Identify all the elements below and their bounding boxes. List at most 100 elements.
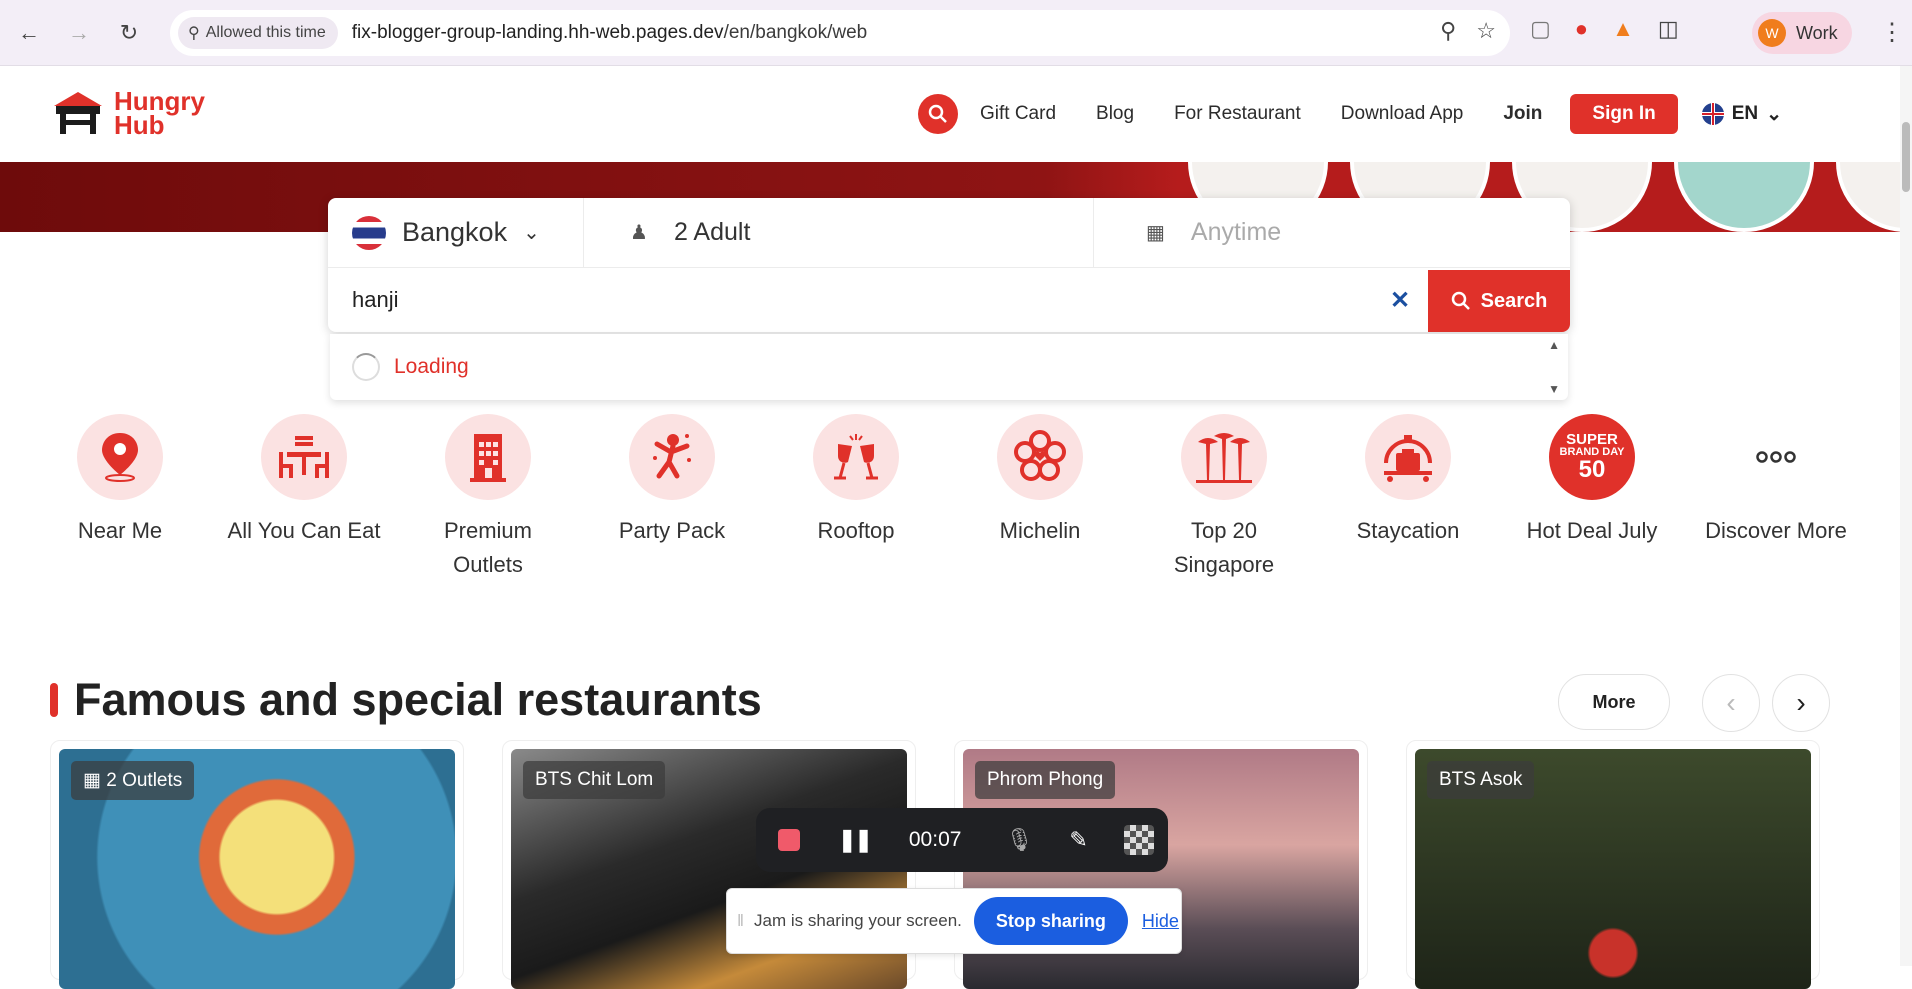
url-text[interactable]: fix-blogger-group-landing.hh-web.pages.d… [352, 22, 867, 44]
search-icon[interactable] [918, 94, 958, 134]
nav-download-app[interactable]: Download App [1341, 103, 1464, 125]
loading-text: Loading [394, 355, 469, 378]
search-input[interactable] [352, 280, 1382, 320]
extension-icon[interactable]: ● [1575, 16, 1588, 42]
guest-label: 2 Adult [673, 218, 751, 246]
logo-text-line2: Hub [114, 110, 165, 140]
stop-sharing-button[interactable]: Stop sharing [973, 897, 1128, 945]
stop-recording-icon[interactable] [778, 829, 800, 851]
sign-in-button[interactable]: Sign In [1570, 94, 1678, 134]
dining-table-icon [279, 436, 329, 478]
nav-for-restaurant[interactable]: For Restaurant [1174, 103, 1301, 125]
section-accent-bar [50, 683, 58, 717]
search-widget: Bangkok ⌄ ♟ 2 Adult ▦ Anytime ✕ Search [328, 197, 1570, 332]
location-pin-icon [102, 433, 138, 482]
category-near-me[interactable]: Near Me [40, 414, 200, 548]
luggage-icon [1384, 435, 1432, 482]
outlet-badge: ▦ 2 Outlets [71, 761, 195, 800]
extension-icon[interactable]: ▢ [1530, 16, 1551, 42]
profile-label: Work [1796, 22, 1838, 43]
profile-button[interactable]: W Work [1752, 12, 1852, 54]
site-permission-chip[interactable]: ⚲ Allowed this time [178, 17, 338, 49]
scroll-up-icon[interactable]: ▲ [1548, 338, 1560, 352]
super-brand-day-icon: SUPER BRAND DAY 50 [1549, 414, 1635, 500]
date-selector[interactable]: ▦ Anytime [1094, 198, 1281, 268]
category-staycation[interactable]: Staycation [1328, 414, 1488, 548]
star-bookmark-icon[interactable]: ☆ [1476, 18, 1496, 44]
screen-share-bar: ‖ Jam is sharing your screen. Stop shari… [726, 888, 1182, 954]
store-icon: ▦ [83, 770, 101, 791]
back-icon[interactable]: ← [14, 18, 44, 48]
clear-icon[interactable]: ✕ [1390, 286, 1410, 315]
chevron-down-icon: ⌄ [523, 222, 540, 244]
address-bar[interactable]: ⚲ Allowed this time fix-blogger-group-la… [170, 10, 1510, 56]
main-nav: Gift Card Blog For Restaurant Download A… [918, 94, 1782, 134]
city-selector[interactable]: Bangkok ⌄ [328, 197, 584, 268]
screen-recorder-toolbar: ❚❚ 00:07 🎙 ✎ [756, 808, 1168, 872]
location-badge: BTS Asok [1427, 761, 1535, 799]
location-icon[interactable]: ⚲ [1440, 18, 1456, 44]
logo-table-icon [54, 92, 102, 134]
drag-handle-icon[interactable]: ‖ [737, 911, 744, 931]
recording-timer: 00:07 [908, 828, 962, 851]
supertree-icon [1196, 433, 1252, 483]
forward-icon[interactable]: → [64, 18, 94, 48]
restaurant-image: BTS Asok [1415, 749, 1811, 989]
puzzle-icon[interactable]: ◫ [1658, 16, 1679, 42]
share-text: Jam is sharing your screen. [754, 911, 962, 930]
site-header: Hungry Hub Gift Card Blog For Restaurant… [0, 66, 1900, 162]
restaurant-image: ▦ 2 Outlets [59, 749, 455, 989]
permission-chip-label: Allowed this time [205, 24, 326, 41]
search-button[interactable]: Search [1428, 270, 1570, 332]
nav-join[interactable]: Join [1503, 103, 1542, 125]
pause-icon[interactable]: ❚❚ [838, 827, 873, 853]
chevron-right-icon[interactable]: › [1772, 674, 1830, 732]
location-icon: ⚲ [188, 25, 200, 42]
category-party-pack[interactable]: Party Pack [592, 414, 752, 548]
calendar-icon: ▦ [1146, 222, 1165, 244]
restaurant-card[interactable]: BTS Asok [1406, 740, 1820, 989]
category-hot-deal-july[interactable]: SUPER BRAND DAY 50 Hot Deal July [1512, 414, 1672, 548]
blur-icon[interactable] [1123, 825, 1154, 855]
hotel-building-icon [470, 434, 506, 482]
restaurant-card[interactable]: ▦ 2 Outlets [50, 740, 464, 989]
logo[interactable]: Hungry Hub [50, 88, 205, 138]
location-badge: Phrom Phong [975, 761, 1116, 799]
category-premium-outlets[interactable]: Premium Outlets [408, 414, 568, 582]
wine-glasses-icon [834, 434, 878, 480]
location-badge: BTS Chit Lom [523, 761, 666, 799]
category-all-you-can-eat[interactable]: All You Can Eat [224, 414, 384, 548]
more-button[interactable]: More [1558, 674, 1670, 730]
language-selector[interactable]: EN ⌄ [1701, 103, 1783, 126]
guest-selector[interactable]: ♟ 2 Adult [584, 197, 1094, 268]
section-heading: Famous and special restaurants [50, 674, 762, 726]
mic-muted-icon[interactable]: 🎙 [1005, 827, 1033, 853]
page-scrollbar[interactable] [1900, 66, 1912, 966]
search-icon [1451, 291, 1470, 310]
reload-icon[interactable]: ↻ [114, 18, 144, 48]
nav-gift-card[interactable]: Gift Card [980, 103, 1056, 125]
category-list: Near Me All You Can Eat Premium Outlets … [40, 414, 1860, 584]
menu-kebab-icon[interactable]: ⋮ [1880, 18, 1904, 47]
person-icon: ♟ [630, 222, 648, 244]
uk-flag-icon [1701, 103, 1724, 125]
avatar: W [1758, 19, 1786, 47]
category-discover-more[interactable]: Discover More [1696, 414, 1856, 548]
scrollbar-thumb[interactable] [1902, 122, 1910, 192]
scroll-down-icon[interactable]: ▼ [1548, 382, 1560, 396]
category-michelin[interactable]: Michelin [960, 414, 1120, 548]
language-label: EN [1731, 103, 1759, 124]
browser-toolbar: ← → ↻ ⚲ Allowed this time fix-blogger-gr… [0, 0, 1912, 66]
city-label: Bangkok [402, 217, 508, 247]
nav-blog[interactable]: Blog [1096, 103, 1134, 125]
michelin-flower-icon [1014, 430, 1066, 481]
hide-link[interactable]: Hide [1142, 911, 1179, 932]
chevron-down-icon: ⌄ [1766, 103, 1783, 125]
pen-icon[interactable]: ✎ [1069, 827, 1087, 853]
more-dots-icon [1756, 451, 1796, 463]
category-top-20-singapore[interactable]: Top 20 Singapore [1144, 414, 1304, 582]
search-button-label: Search [1480, 289, 1548, 312]
category-rooftop[interactable]: Rooftop [776, 414, 936, 548]
extension-icon[interactable]: ▲ [1612, 16, 1634, 42]
chevron-left-icon[interactable]: ‹ [1702, 674, 1760, 732]
